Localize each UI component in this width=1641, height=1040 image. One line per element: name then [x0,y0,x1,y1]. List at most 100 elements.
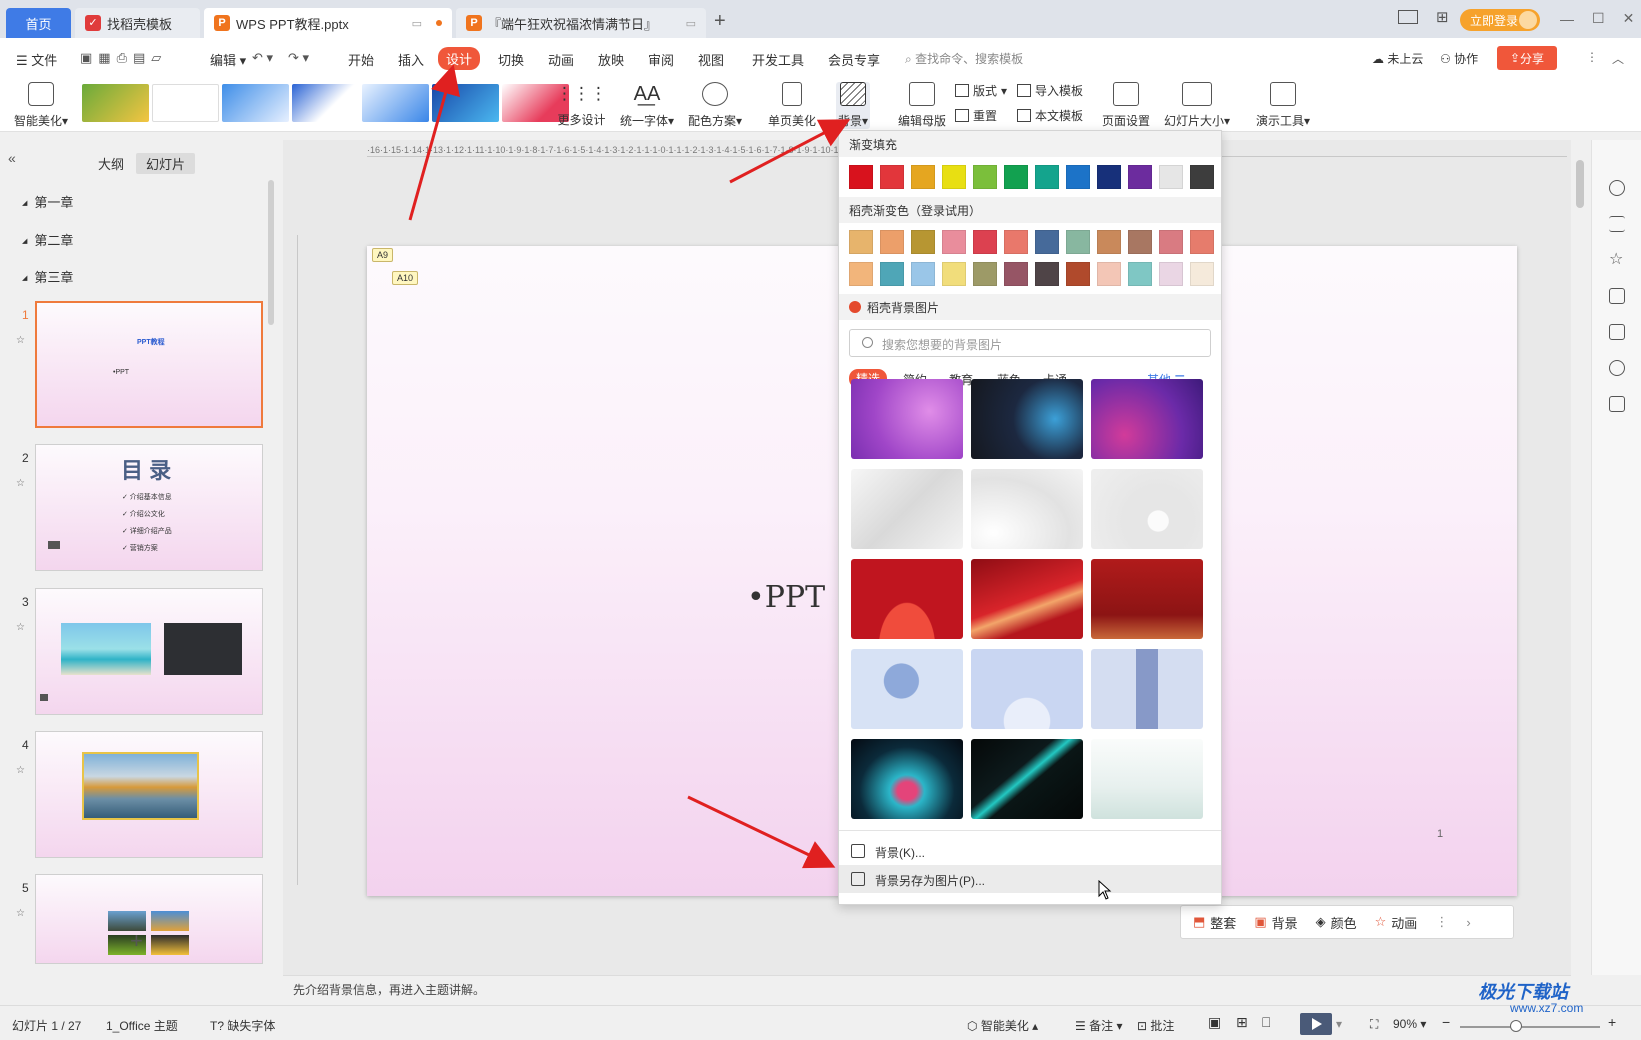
menu-transition[interactable]: 切换 [498,50,524,69]
background-image-thumb[interactable] [1091,559,1203,639]
animation-tag[interactable]: A10 [392,271,419,285]
background-image-thumb[interactable] [971,469,1083,549]
command-search[interactable]: ⌕ 查找命令、搜索模板 [905,50,1023,67]
book-search-icon[interactable] [1609,396,1625,412]
import-template-button[interactable]: 导入模板 [1017,82,1083,99]
outline-chapter[interactable]: 第一章 [22,192,73,211]
collapse-panel-icon[interactable]: « [8,150,16,166]
float-background-button[interactable]: ▣ 背景 [1254,913,1297,932]
tab-outline[interactable]: 大纲 [98,154,124,173]
collab-button[interactable]: ⚇ 协作 [1440,50,1478,67]
color-swatch[interactable] [973,230,997,254]
animation-tag[interactable]: A9 [372,248,394,262]
color-swatch[interactable] [849,230,873,254]
chevron-right-icon[interactable]: › [1466,915,1470,930]
color-swatch[interactable] [1128,230,1152,254]
zoom-level[interactable]: 90% ▾ [1393,1017,1426,1031]
color-swatch[interactable] [1004,262,1028,286]
add-slide-button[interactable]: + [130,928,143,954]
background-image-thumb[interactable] [851,379,963,459]
color-scheme-button[interactable]: 配色方案▾ [688,82,742,129]
background-image-thumb[interactable] [851,739,963,819]
color-swatch[interactable] [1004,165,1028,189]
color-swatch[interactable] [880,262,904,286]
template-thumb[interactable] [432,84,499,122]
color-swatch[interactable] [1190,165,1214,189]
zoom-in-button[interactable]: + [1608,1014,1616,1030]
outline-chapter[interactable]: 第二章 [22,230,73,249]
background-image-thumb[interactable] [851,649,963,729]
color-swatch[interactable] [1066,165,1090,189]
menu-insert[interactable]: 插入 [398,50,424,69]
login-button[interactable]: 立即登录 [1460,9,1540,31]
color-swatch[interactable] [1066,262,1090,286]
background-image-thumb[interactable] [1091,469,1203,549]
outline-chapter[interactable]: 第三章 [22,267,73,286]
zoom-slider[interactable] [1460,1026,1600,1028]
new-tab-button[interactable]: + [714,10,726,33]
slide-thumbnail[interactable]: 目 录 ✓ 介绍基本信息 ✓ 介绍公文化 ✓ 详细介绍产品 ✓ 营销方案 [35,444,263,571]
collapse-ribbon-icon[interactable]: ︿ [1612,50,1624,67]
rocket-icon[interactable] [1609,180,1625,196]
menu-animation[interactable]: 动画 [548,50,574,69]
menu-edit[interactable]: 编辑 ▾ [210,50,246,69]
color-swatch[interactable] [942,165,966,189]
background-image-thumb[interactable] [1091,379,1203,459]
background-image-thumb[interactable] [1091,739,1203,819]
background-search-input[interactable]: 搜索您想要的背景图片 [849,329,1211,357]
canvas-scrollbar[interactable] [1576,160,1584,208]
missing-font-button[interactable]: T? 缺失字体 [210,1017,275,1034]
smart-beautify-button[interactable]: 智能美化▾ [14,82,68,129]
notes-toggle[interactable]: ☰ 备注 ▾ [1075,1017,1122,1034]
menu-developer[interactable]: 开发工具 [752,50,804,69]
background-image-thumb[interactable] [971,559,1083,639]
menu-design[interactable]: 设计 [438,47,481,70]
slide-bullet-text[interactable]: •PPT [747,580,825,615]
undo-icon[interactable]: ↶ ▾ [252,50,273,66]
zoom-slider-handle[interactable] [1510,1020,1522,1032]
menu-slideshow[interactable]: 放映 [598,50,624,69]
more-design-button[interactable]: ⋮⋮⋮ 更多设计 [556,82,607,128]
theme-name[interactable]: 1_Office 主题 [106,1017,178,1034]
edit-master-button[interactable]: 编辑母版 [898,82,946,129]
color-swatch[interactable] [1004,230,1028,254]
color-swatch[interactable] [880,230,904,254]
quick-access-icons[interactable]: ▣▦⎙▤▱ [80,50,167,66]
slide-thumbnail[interactable] [35,874,263,964]
redo-icon[interactable]: ↷ ▾ [288,50,309,66]
menu-file[interactable]: ☰ 文件 [16,50,57,69]
background-image-thumb[interactable] [851,469,963,549]
background-image-thumb[interactable] [971,739,1083,819]
single-page-beautify-button[interactable]: 单页美化 [768,82,816,129]
color-swatch[interactable] [1066,230,1090,254]
color-swatch[interactable] [1190,230,1214,254]
image-icon[interactable] [1609,324,1625,340]
this-template-button[interactable]: 本文模板 [1017,107,1083,124]
page-setup-button[interactable]: 页面设置 [1102,82,1150,129]
float-animation-button[interactable]: ☆ 动画 [1375,913,1418,932]
template-thumb[interactable] [152,84,219,122]
tab-dragon-boat[interactable]: P 『端午狂欢祝福浓情满节日』 ▭ [456,8,706,38]
color-swatch[interactable] [911,262,935,286]
split-view-icon[interactable] [1398,10,1418,24]
zoom-out-button[interactable]: − [1442,1014,1450,1030]
template-thumb[interactable] [362,84,429,122]
close-icon[interactable]: ✕ [1623,10,1635,27]
cloud-status[interactable]: ☁ 未上云 [1372,50,1423,67]
grid-view-icon[interactable]: ⊞ [1436,8,1449,26]
color-swatch[interactable] [973,262,997,286]
maximize-icon[interactable]: ☐ [1592,10,1605,27]
color-swatch[interactable] [880,165,904,189]
color-swatch[interactable] [1097,165,1121,189]
shield-icon[interactable] [1609,360,1625,376]
background-image-thumb[interactable] [851,559,963,639]
color-swatch[interactable] [849,165,873,189]
smart-beautify-status[interactable]: ⬡ 智能美化 ▴ [967,1017,1038,1034]
speaker-notes[interactable]: 先介绍背景信息，再进入主题讲解。 [283,975,1571,1001]
menu-view[interactable]: 视图 [698,50,724,69]
tab-home[interactable]: 首页 [6,8,71,38]
more-icon[interactable]: ⋮ [1586,50,1598,64]
color-swatch[interactable] [942,262,966,286]
color-swatch[interactable] [911,165,935,189]
template-thumb[interactable] [292,84,359,122]
